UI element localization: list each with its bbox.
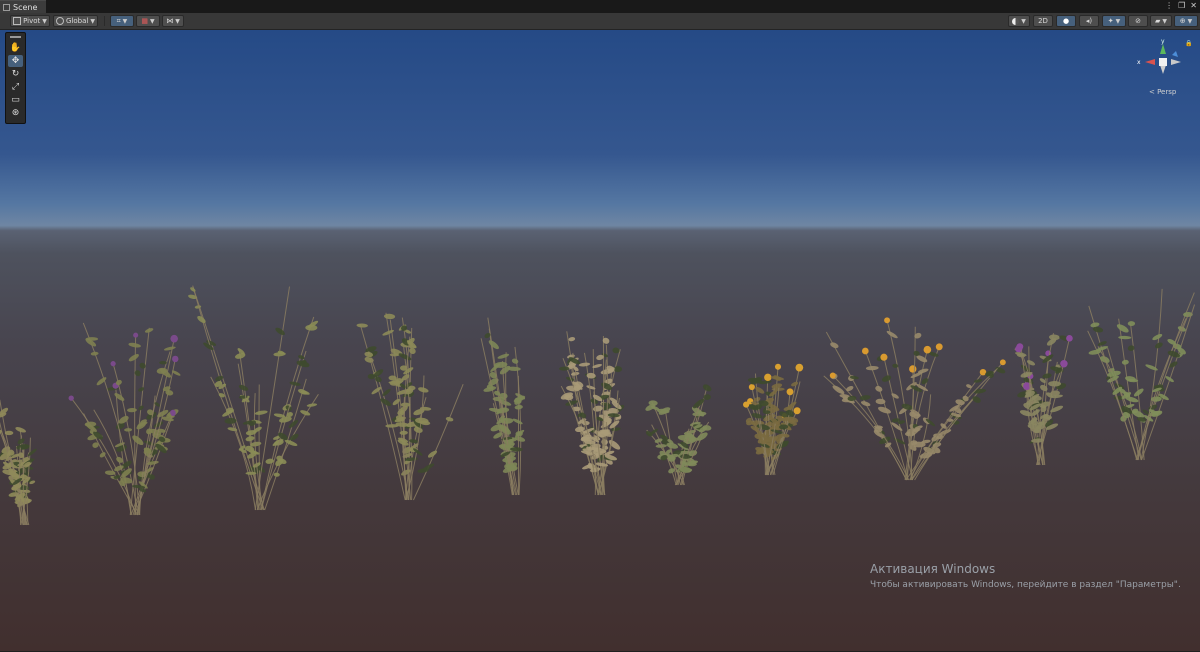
scale-tool-icon[interactable]: ⤢ — [8, 81, 23, 93]
draw-mode-button[interactable]: ▼ — [1008, 15, 1030, 27]
scene-viewport[interactable]: ✋ ✥ ↻ ⤢ ▭ ⊛ y x 🔒 — [0, 30, 1200, 651]
gizmo-x-label: x — [1137, 59, 1141, 66]
chevron-down-icon: ▼ — [1162, 17, 1167, 25]
chevron-down-icon: ▼ — [122, 17, 128, 25]
increment-snap-button[interactable]: ⋈ ▼ — [162, 15, 184, 27]
plant[interactable] — [559, 331, 626, 496]
plant-meshes[interactable] — [0, 30, 1200, 651]
chevron-down-icon: ▼ — [90, 17, 95, 25]
plant[interactable] — [356, 312, 464, 501]
plant[interactable] — [644, 383, 712, 486]
grid-icon: ▦ — [141, 17, 148, 25]
hand-tool-icon[interactable]: ✋ — [8, 42, 23, 54]
move-tool-icon[interactable]: ✥ — [8, 55, 23, 67]
plant[interactable] — [1014, 333, 1073, 466]
hash-icon — [3, 3, 10, 11]
eye-slash-icon: ⊘ — [1135, 17, 1141, 25]
gizmo-y-axis[interactable] — [1160, 44, 1166, 54]
lighting-toggle[interactable]: ● — [1056, 15, 1076, 27]
plant[interactable] — [0, 399, 38, 526]
palette-grip-handle[interactable] — [10, 36, 21, 38]
gizmo-neg-y-axis[interactable] — [1160, 65, 1166, 74]
scene-toolbar: Pivot ▼ Global ▼ ⌗ ▼ ▦ ▼ ⋈ ▼ ▼ 2D ● ◂) ✦ ▼ ⊘… — [0, 13, 1200, 30]
gizmos-dropdown[interactable]: ⊕ ▼ — [1174, 15, 1198, 27]
effects-dropdown[interactable]: ✦ ▼ — [1102, 15, 1126, 27]
grid-snap-icon: ⌗ — [116, 16, 121, 25]
plant[interactable] — [480, 317, 526, 496]
chevron-down-icon: ▼ — [1021, 17, 1026, 25]
audio-toggle[interactable]: ◂) — [1079, 15, 1099, 27]
gizmo-z-axis[interactable] — [1172, 51, 1178, 57]
window-controls: ⋮ ❐ ✕ — [1165, 1, 1197, 10]
speaker-icon: ◂) — [1085, 17, 1093, 25]
plant[interactable] — [68, 322, 182, 516]
pivot-icon — [13, 17, 22, 25]
plant[interactable] — [188, 285, 319, 511]
plant[interactable] — [743, 363, 804, 476]
projection-label[interactable]: < Persp — [1149, 88, 1176, 96]
rotate-tool-icon[interactable]: ↻ — [8, 68, 23, 80]
chevron-down-icon: ▼ — [42, 17, 47, 25]
grid-snap-button[interactable]: ⌗ ▼ — [110, 15, 134, 27]
plant[interactable] — [823, 317, 1006, 481]
global-dropdown[interactable]: Global ▼ — [53, 15, 98, 27]
effects-icon: ✦ — [1107, 17, 1114, 25]
tab-scene-label: Scene — [13, 2, 38, 12]
shading-sphere-icon — [1012, 17, 1020, 25]
pivot-label: Pivot — [23, 17, 41, 25]
gizmo-globe-icon: ⊕ — [1179, 17, 1186, 25]
camera-icon: ▰ — [1154, 17, 1161, 25]
chevron-down-icon: ▼ — [175, 17, 180, 25]
transform-tool-icon[interactable]: ⊛ — [8, 107, 23, 119]
globe-icon — [56, 17, 65, 25]
tool-palette: ✋ ✥ ↻ ⤢ ▭ ⊛ — [5, 32, 26, 124]
maximize-icon[interactable]: ❐ — [1178, 1, 1185, 10]
tab-bar: Scene ⋮ ❐ ✕ — [0, 0, 1200, 13]
chevron-down-icon: ▼ — [1115, 17, 1121, 25]
tab-scene[interactable]: Scene — [0, 0, 46, 13]
hidden-objects-toggle[interactable]: ⊘ — [1128, 15, 1148, 27]
mode-2d-label: 2D — [1038, 17, 1048, 25]
chevron-down-icon: ▼ — [150, 17, 155, 25]
more-menu-icon[interactable]: ⋮ — [1165, 1, 1173, 10]
lightbulb-icon: ● — [1062, 17, 1070, 25]
snap-icon: ⋈ — [166, 17, 174, 25]
plant[interactable] — [1087, 288, 1196, 461]
global-label: Global — [66, 17, 89, 25]
gizmo-x-axis[interactable] — [1145, 59, 1155, 65]
gizmo-y-label: y — [1161, 38, 1165, 45]
separator — [104, 16, 105, 26]
close-icon[interactable]: ✕ — [1190, 1, 1197, 10]
chevron-down-icon: ▼ — [1187, 17, 1193, 25]
lock-icon[interactable]: 🔒 — [1185, 39, 1192, 47]
gizmo-center-cube[interactable] — [1159, 58, 1167, 66]
gizmo-neg-x-axis[interactable] — [1171, 59, 1181, 65]
camera-settings-dropdown[interactable]: ▰ ▼ — [1150, 15, 1172, 27]
windows-activation-watermark: Активация Windows Чтобы активировать Win… — [870, 562, 1181, 590]
rect-tool-icon[interactable]: ▭ — [8, 94, 23, 106]
pivot-dropdown[interactable]: Pivot ▼ — [10, 15, 50, 27]
watermark-title: Активация Windows — [870, 562, 996, 576]
mode-2d-button[interactable]: 2D — [1033, 15, 1053, 27]
watermark-subtitle: Чтобы активировать Windows, перейдите в … — [870, 580, 1181, 590]
grid-visibility-button[interactable]: ▦ ▼ — [136, 15, 160, 27]
